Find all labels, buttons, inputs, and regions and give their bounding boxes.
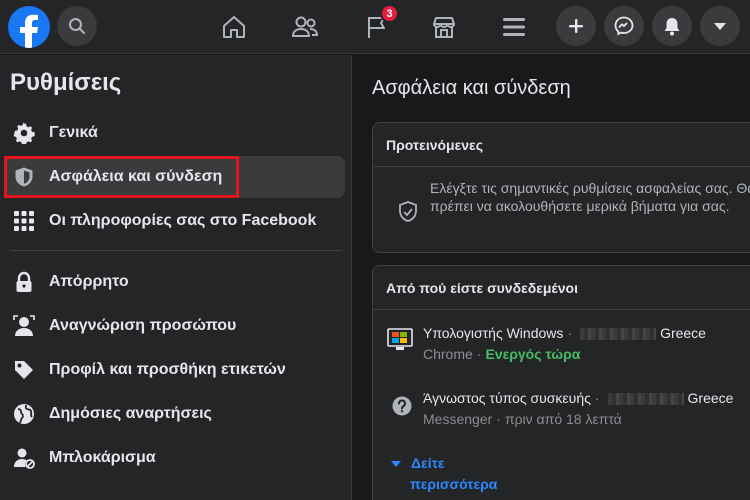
plus-icon: [569, 19, 583, 33]
see-more-link[interactable]: Δείτε περισσότερα: [391, 453, 497, 495]
windows-computer-icon: [387, 328, 413, 357]
blurred-location: [607, 393, 684, 406]
home-tab[interactable]: [214, 8, 254, 46]
friends-icon: [291, 16, 319, 37]
recommended-text[interactable]: Ελέγξτε τις σημαντικές ρυθμίσεις ασφαλεί…: [430, 179, 750, 215]
device-app: Chrome: [423, 346, 473, 362]
device-name: Άγνωστος τύπος συσκευής: [423, 390, 591, 406]
sidebar-item-label: Γενικά: [49, 124, 98, 141]
recommended-header: Προτεινόμενες: [373, 123, 750, 167]
gear-icon: [6, 122, 42, 144]
unknown-device-icon: [392, 396, 412, 421]
search-icon: [69, 18, 85, 34]
top-navigation-bar: 3: [0, 0, 750, 54]
home-icon: [223, 16, 245, 38]
device-status: Ενεργός τώρα: [485, 346, 581, 362]
device-location: Greece: [660, 325, 706, 341]
blurred-location: [580, 328, 657, 341]
sidebar-item-public-posts[interactable]: Δημόσιες αναρτήσεις: [4, 393, 345, 435]
account-menu-button[interactable]: [700, 6, 740, 46]
notification-badge: 3: [380, 4, 399, 23]
face-recognition-icon: [6, 315, 42, 337]
sidebar-item-label: Δημόσιες αναρτήσεις: [49, 405, 212, 422]
sidebar-item-label: Προφίλ και προσθήκη ετικετών: [49, 361, 286, 378]
device-app: Messenger: [423, 411, 493, 427]
see-more-label: περισσότερα: [410, 476, 498, 492]
tag-icon: [6, 359, 42, 381]
messenger-icon: [614, 16, 634, 36]
sidebar-title: Ρυθμίσεις: [10, 69, 122, 96]
create-button[interactable]: [556, 6, 596, 46]
block-user-icon: [6, 447, 42, 469]
friends-tab[interactable]: [285, 8, 325, 46]
sidebar-item-general[interactable]: Γενικά: [4, 112, 345, 154]
caret-down-icon: [391, 461, 401, 468]
chevron-down-icon: [714, 23, 726, 30]
sidebar-divider: [10, 250, 342, 251]
sidebar-item-label: Οι πληροφορίες σας στο Facebook: [49, 212, 317, 229]
messenger-button[interactable]: [604, 6, 644, 46]
sidebar-item-privacy[interactable]: Απόρρητο: [4, 261, 345, 303]
sidebar-item-face-recognition[interactable]: Αναγνώριση προσώπου: [4, 305, 345, 347]
globe-icon: [6, 403, 42, 425]
bell-icon: [664, 18, 680, 36]
see-more-label: Δείτε: [411, 455, 445, 471]
red-highlight-box: [4, 156, 239, 198]
notifications-button[interactable]: [652, 6, 692, 46]
device-location: Greece: [687, 390, 734, 406]
sidebar-item-label: Απόρρητο: [49, 273, 129, 290]
lock-icon: [6, 271, 42, 293]
grid-icon: [6, 210, 42, 232]
sidebar-item-your-info[interactable]: Οι πληροφορίες σας στο Facebook: [4, 200, 345, 242]
search-button[interactable]: [57, 6, 97, 46]
menu-tab[interactable]: [494, 8, 534, 46]
facebook-logo[interactable]: [8, 6, 50, 48]
sidebar-item-label: Μπλοκάρισμα: [49, 449, 156, 466]
marketplace-tab[interactable]: [424, 8, 464, 46]
shield-check-icon: [398, 201, 418, 228]
recommended-card: Προτεινόμενες Ελέγξτε τις σημαντικές ρυθ…: [372, 122, 750, 253]
device-status: πριν από 18 λεπτά: [504, 411, 622, 427]
logged-in-card: Από πού είστε συνδεδεμένοι Υπολογιστής W…: [372, 265, 750, 500]
sidebar-item-blocking[interactable]: Μπλοκάρισμα: [4, 437, 345, 479]
device-name: Υπολογιστής Windows: [423, 325, 564, 341]
settings-sidebar: Ρυθμίσεις Γενικά Ασφάλεια και σύνδεση Οι…: [0, 55, 352, 500]
page-title: Ασφάλεια και σύνδεση: [372, 77, 571, 99]
menu-icon: [503, 18, 525, 36]
sidebar-item-label: Αναγνώριση προσώπου: [49, 317, 237, 334]
logged-in-header: Από πού είστε συνδεδεμένοι: [373, 266, 750, 310]
marketplace-icon: [433, 17, 455, 38]
sidebar-item-profile-tagging[interactable]: Προφίλ και προσθήκη ετικετών: [4, 349, 345, 391]
